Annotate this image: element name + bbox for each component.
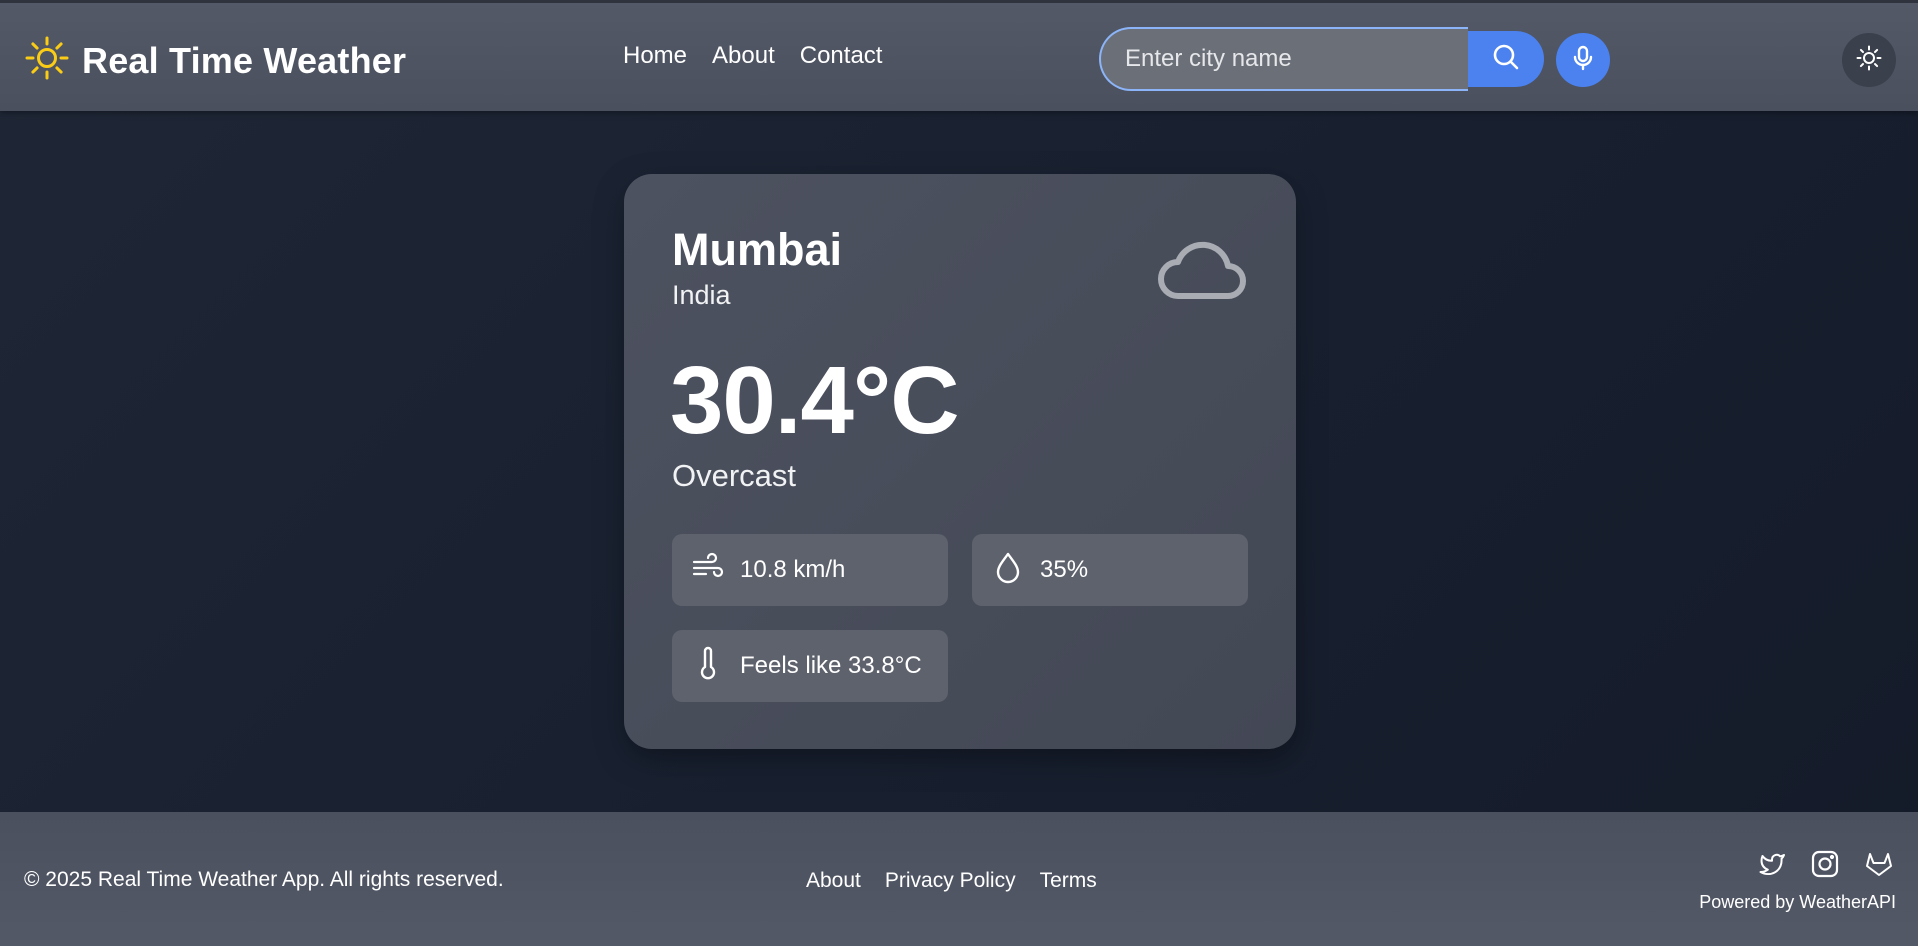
voice-search-button[interactable] [1556,33,1610,87]
search-bar [1099,27,1544,91]
sun-logo-icon [24,35,70,86]
temperature: 30.4°C [670,347,960,454]
sun-icon [1855,44,1883,77]
instagram-icon[interactable] [1809,848,1841,880]
wind-speed-stat: 10.8 km/h [672,534,948,606]
app-title: Real Time Weather [82,39,407,81]
footer-privacy-link[interactable]: Privacy Policy [885,869,1016,893]
nav-contact-link[interactable]: Contact [800,42,883,70]
weather-condition: Overcast [672,458,797,493]
footer-terms-link[interactable]: Terms [1040,869,1097,893]
nav-about-link[interactable]: About [712,42,775,70]
wind-speed-value: 10.8 km/h [740,556,846,583]
theme-toggle-button[interactable] [1842,33,1896,87]
footer: © 2025 Real Time Weather App. All rights… [0,812,1918,946]
feels-like-stat: Feels like 33.8°C [672,630,948,702]
search-icon [1491,42,1521,77]
copyright-text: © 2025 Real Time Weather App. All rights… [24,868,504,891]
gitlab-icon[interactable] [1863,848,1895,880]
weather-card: Mumbai India 30.4°C Overcast 10.8 km/h 3… [624,174,1296,749]
search-button[interactable] [1468,31,1544,87]
microphone-icon [1569,44,1597,77]
thermometer-icon [690,646,740,687]
social-links [1755,848,1895,880]
powered-by-text: Powered by WeatherAPI [1699,892,1896,912]
wind-icon [690,550,740,591]
footer-about-link[interactable]: About [806,869,861,893]
city-name: Mumbai [672,224,843,275]
nav-home-link[interactable]: Home [623,42,687,70]
cloud-icon [1154,232,1248,302]
droplet-icon [990,550,1040,591]
header: Real Time Weather Home About Contact [0,0,1918,111]
twitter-icon[interactable] [1755,848,1787,880]
country-name: India [672,280,731,310]
brand[interactable]: Real Time Weather [24,35,406,86]
footer-nav: About Privacy Policy Terms [806,869,1121,893]
main-nav: Home About Contact [623,42,907,70]
city-search-input[interactable] [1099,27,1468,91]
humidity-stat: 35% [972,534,1248,606]
feels-like-value: Feels like 33.8°C [740,652,922,679]
humidity-value: 35% [1040,556,1089,583]
